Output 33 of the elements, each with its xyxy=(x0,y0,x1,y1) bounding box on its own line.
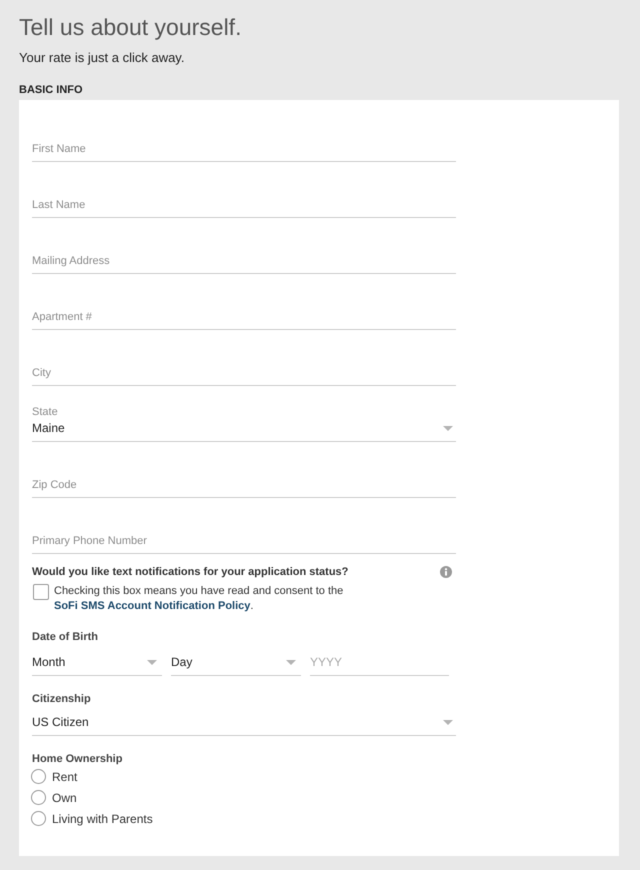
text-field[interactable]: Mailing Address xyxy=(32,252,456,274)
question-text: Would you like text notifications for your application status? xyxy=(32,565,348,579)
text-field[interactable]: Last Name xyxy=(32,196,456,218)
radio-option[interactable]: Own xyxy=(31,787,77,808)
text-field[interactable]: City xyxy=(32,364,456,386)
radio-button[interactable] xyxy=(31,790,46,805)
field-label: Citizenship xyxy=(32,692,92,706)
caret-icon xyxy=(443,720,453,724)
radio-button[interactable] xyxy=(31,811,46,826)
radio-option[interactable]: Living with Parents xyxy=(31,808,153,829)
page-title: Tell us about yourself. xyxy=(19,14,242,40)
section-heading: BASIC INFO xyxy=(19,83,84,97)
caret-icon xyxy=(443,426,453,430)
radio-option[interactable]: Rent xyxy=(31,766,78,787)
policy-link[interactable]: SoFi SMS Account Notification Policy xyxy=(54,600,250,612)
dropdown-field[interactable]: US Citizen xyxy=(32,706,456,736)
dropdown-field[interactable]: Day xyxy=(171,651,301,676)
dropdown-field[interactable]: Month xyxy=(32,651,162,676)
info-icon xyxy=(440,566,452,578)
caret-icon xyxy=(286,660,296,664)
dropdown-field[interactable]: State Maine xyxy=(32,406,456,442)
radio-button[interactable] xyxy=(31,769,46,784)
text-field[interactable]: Zip Code xyxy=(32,476,456,498)
year-field[interactable]: YYYY xyxy=(310,651,449,676)
page-subtitle: Your rate is just a click away. xyxy=(19,50,186,66)
consent-text: Checking this box means you have read and consent to the SoFi SMS Account Notification Policy. xyxy=(54,584,344,614)
field-label: Date of Birth xyxy=(32,630,99,644)
text-field[interactable]: Primary Phone Number xyxy=(32,532,456,554)
checkbox[interactable] xyxy=(33,584,49,600)
field-label: Home Ownership xyxy=(32,752,124,766)
caret-icon xyxy=(147,660,157,664)
text-field[interactable]: Apartment # xyxy=(32,308,456,330)
text-field[interactable]: First Name xyxy=(32,140,456,162)
